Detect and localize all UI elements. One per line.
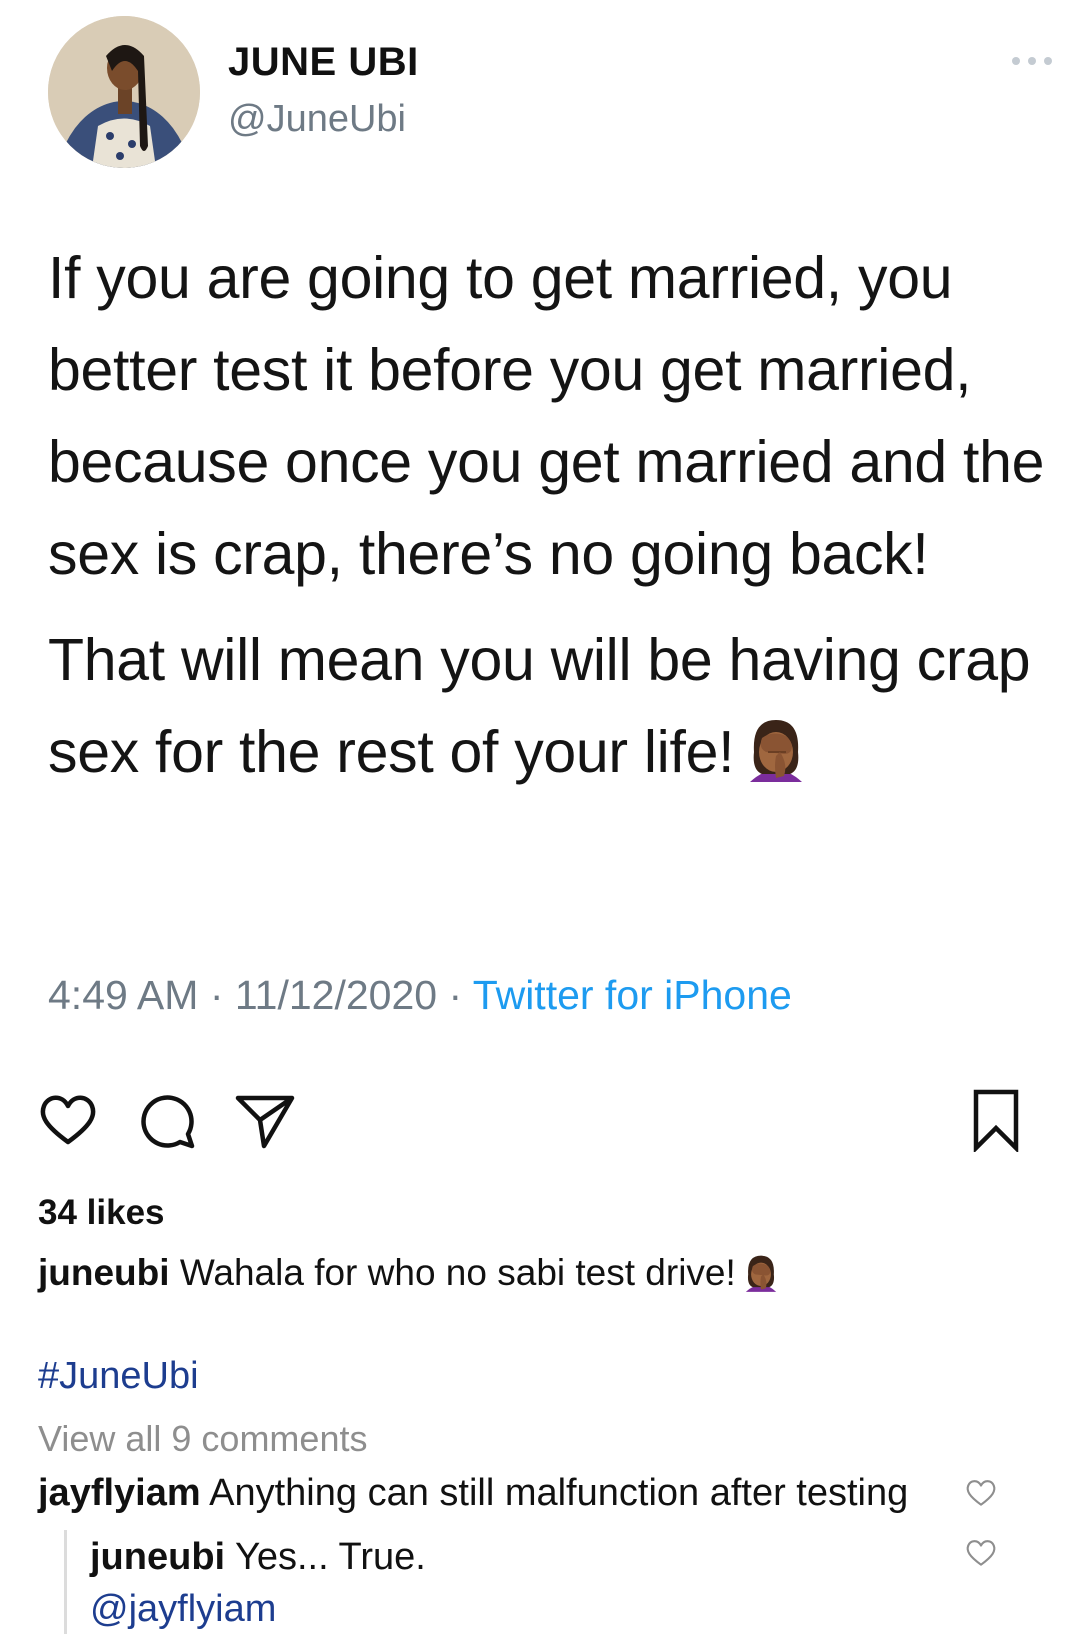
tweet-date: 11/12/2020 xyxy=(234,972,438,1018)
post-screenshot: JUNE UBI @JuneUbi If you are going to ge… xyxy=(0,0,1080,1634)
caption-text: Wahala for who no sabi test drive! xyxy=(179,1252,736,1293)
tweet-display-name[interactable]: JUNE UBI xyxy=(228,40,419,85)
post-caption: juneubi Wahala for who no sabi test driv… xyxy=(38,1251,782,1294)
tweet-paragraph-2-text: That will mean you will be having crap s… xyxy=(48,627,1031,785)
facepalm-emoji-icon xyxy=(745,1255,776,1292)
avatar-image xyxy=(48,16,200,168)
more-options-icon[interactable] xyxy=(1002,48,1062,74)
caption-username[interactable]: juneubi xyxy=(38,1252,170,1293)
comment-bubble-icon[interactable] xyxy=(136,1088,200,1152)
tweet-text: If you are going to get married, you bet… xyxy=(48,232,1058,798)
reply-username[interactable]: juneubi xyxy=(90,1536,225,1578)
bookmark-icon[interactable] xyxy=(964,1088,1028,1152)
tweet-paragraph-1: If you are going to get married, you bet… xyxy=(48,245,1045,587)
comment-item: jayflyiam Anything can still malfunction… xyxy=(38,1472,908,1515)
reply-like-heart-icon[interactable] xyxy=(964,1536,998,1570)
likes-count[interactable]: 34 likes xyxy=(38,1193,165,1233)
comment-like-heart-icon[interactable] xyxy=(964,1476,998,1510)
tweet-meta: 4:49 AM · 11/12/2020 · Twitter for iPhon… xyxy=(48,972,792,1019)
tweet-source-link[interactable]: Twitter for iPhone xyxy=(473,972,792,1018)
facepalm-emoji-icon xyxy=(750,720,803,782)
meta-separator: · xyxy=(209,972,224,1018)
tweet-handle[interactable]: @JuneUbi xyxy=(228,98,406,141)
hashtag-link[interactable]: #JuneUbi xyxy=(38,1355,199,1398)
profile-avatar[interactable] xyxy=(48,16,200,168)
meta-separator: · xyxy=(448,972,463,1018)
heart-icon[interactable] xyxy=(36,1088,100,1152)
send-icon[interactable] xyxy=(232,1088,296,1152)
reply-mention-link[interactable]: @jayflyiam xyxy=(90,1588,276,1631)
comment-text: Anything can still malfunction after tes… xyxy=(209,1472,909,1514)
reply-text: Yes... True. xyxy=(234,1536,426,1578)
reply-thread-line xyxy=(64,1530,67,1634)
tweet-paragraph-2: That will mean you will be having crap s… xyxy=(48,614,1058,798)
comment-username[interactable]: jayflyiam xyxy=(38,1472,201,1514)
view-all-comments-link[interactable]: View all 9 comments xyxy=(38,1418,367,1460)
tweet-time: 4:49 AM xyxy=(48,972,199,1018)
post-action-bar xyxy=(36,1088,1046,1158)
reply-item: juneubi Yes... True. xyxy=(90,1536,426,1579)
